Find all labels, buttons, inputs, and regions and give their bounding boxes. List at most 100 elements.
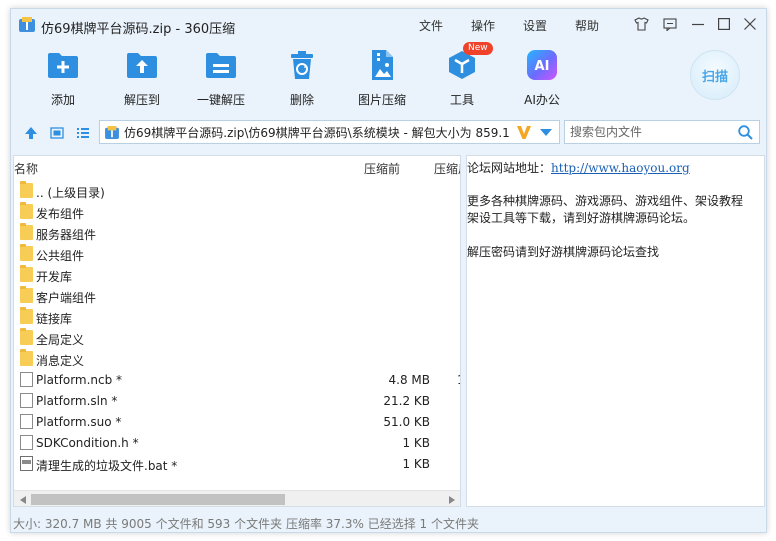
tools-label: 工具 <box>449 93 474 107</box>
file-name: 全局定义 <box>36 333 85 347</box>
menu-settings[interactable]: 设置 <box>523 17 547 34</box>
add-button-label: 添加 <box>50 93 75 107</box>
extract-to-button[interactable]: 解压到 <box>107 49 177 108</box>
add-button[interactable]: 添加 <box>28 49 98 108</box>
scan-button-label: 扫描 <box>701 69 728 85</box>
address-bar[interactable]: 仿69棋牌平台源码.zip\仿69棋牌平台源码\系统模块 - 解包大小为 859… <box>99 120 560 144</box>
ai-office-button[interactable]: AI AI办公 <box>507 49 577 108</box>
window-title: 仿69棋牌平台源码.zip - 360压缩 <box>41 22 236 37</box>
file-name: 消息定义 <box>36 354 85 368</box>
comment-site-link[interactable]: http://www.haoyou.org <box>551 161 690 175</box>
file-row[interactable]: Platform.ncb * 4.8 MB 1 <box>14 369 460 390</box>
one-click-extract-icon <box>205 49 237 81</box>
image-compress-icon <box>366 49 398 81</box>
file-name: Platform.ncb * <box>36 373 123 387</box>
horizontal-scrollbar[interactable] <box>14 490 460 506</box>
address-path: 仿69棋牌平台源码.zip\仿69棋牌平台源码\系统模块 - 解包大小为 859… <box>124 125 510 140</box>
file-icon <box>20 414 33 429</box>
folder-icon <box>20 286 33 303</box>
minimize-icon[interactable] <box>690 16 706 32</box>
folder-icon <box>20 181 33 198</box>
archive-comment-panel: 论坛网站地址：http://www.haoyou.org 更多各种棋牌源码、游戏… <box>466 155 765 507</box>
feedback-icon[interactable] <box>662 16 678 32</box>
file-name: .. (上级目录) <box>36 186 105 200</box>
file-name: 客户端组件 <box>36 291 97 305</box>
up-arrow-icon[interactable] <box>23 125 39 141</box>
search-input[interactable] <box>565 121 733 143</box>
thumbnail-view-icon[interactable] <box>49 125 65 141</box>
one-click-extract-label: 一键解压 <box>196 93 245 107</box>
file-list-panel: 名称 压缩前 压缩后 .. (上级目录) 发布组件服务器组件公共组件开发库客户端组… <box>13 155 461 507</box>
skin-shirt-icon[interactable] <box>633 16 649 32</box>
ai-icon-text: AI <box>535 59 550 74</box>
title-bar: 仿69棋牌平台源码.zip - 360压缩 文件 操作 设置 帮助 <box>11 9 766 41</box>
file-row[interactable]: Platform.sln * 21.2 KB <box>14 390 460 411</box>
close-icon[interactable] <box>742 16 758 32</box>
checkmark-v-icon <box>517 126 531 139</box>
file-name: 服务器组件 <box>36 228 97 242</box>
file-size: 21.2 KB <box>383 394 430 408</box>
search-box <box>564 120 760 144</box>
one-click-extract-button[interactable]: 一键解压 <box>186 49 256 108</box>
comment-line: 更多各种棋牌源码、游戏源码、游戏组件、架设教程 <box>467 194 744 208</box>
status-text: 大小: 320.7 MB 共 9005 个文件和 593 个文件夹 压缩率 37… <box>13 517 479 531</box>
folder-row[interactable]: .. (上级目录) <box>14 180 460 201</box>
file-icon <box>20 372 33 387</box>
file-list-header: 名称 压缩前 压缩后 <box>14 156 460 178</box>
scan-button[interactable]: 扫描 <box>690 50 740 100</box>
batch-file-icon <box>20 456 33 471</box>
image-compress-button[interactable]: 图片压缩 <box>347 49 417 108</box>
chevron-down-icon[interactable] <box>540 129 552 137</box>
menu-help[interactable]: 帮助 <box>575 17 599 34</box>
search-icon[interactable] <box>738 125 753 140</box>
comment-site-label: 论坛网站地址： <box>467 161 552 175</box>
scroll-left-icon[interactable] <box>14 491 31 506</box>
folder-row[interactable]: 开发库 <box>14 264 460 285</box>
app-window: 仿69棋牌平台源码.zip - 360压缩 文件 操作 设置 帮助 添加 解压到… <box>10 8 767 533</box>
folder-row[interactable]: 公共组件 <box>14 243 460 264</box>
scrollbar-thumb[interactable] <box>31 494 285 505</box>
column-size[interactable]: 压缩前 <box>364 160 400 177</box>
status-bar: 大小: 320.7 MB 共 9005 个文件和 593 个文件夹 压缩率 37… <box>11 511 766 533</box>
comment-line: 解压密码请到好游棋牌源码论坛查找 <box>467 245 660 259</box>
file-icon <box>20 393 33 408</box>
ai-office-label: AI办公 <box>524 93 560 107</box>
file-size: 1 KB <box>402 457 430 471</box>
folder-icon <box>20 349 33 366</box>
folder-row[interactable]: 消息定义 <box>14 348 460 369</box>
file-name: Platform.suo * <box>36 415 122 429</box>
archive-icon <box>105 125 119 139</box>
app-logo-icon <box>19 17 35 32</box>
file-name: 清理生成的垃圾文件.bat * <box>36 459 178 473</box>
folder-row[interactable]: 全局定义 <box>14 327 460 348</box>
image-compress-label: 图片压缩 <box>357 93 406 107</box>
folder-row[interactable]: 客户端组件 <box>14 285 460 306</box>
folder-icon <box>20 202 33 219</box>
folder-row[interactable]: 发布组件 <box>14 201 460 222</box>
scroll-right-icon[interactable] <box>443 491 460 506</box>
folder-row[interactable]: 链接库 <box>14 306 460 327</box>
column-packed[interactable]: 压缩后 <box>434 160 460 177</box>
folder-icon <box>20 307 33 324</box>
new-badge: New <box>463 42 493 55</box>
folder-row[interactable]: 服务器组件 <box>14 222 460 243</box>
file-name: 链接库 <box>36 312 73 326</box>
folder-icon <box>20 244 33 261</box>
file-icon <box>20 435 33 450</box>
menu-file[interactable]: 文件 <box>419 17 443 34</box>
column-name[interactable]: 名称 <box>14 160 38 177</box>
file-row[interactable]: Platform.suo * 51.0 KB <box>14 411 460 432</box>
delete-label: 删除 <box>289 93 314 107</box>
menu-operation[interactable]: 操作 <box>471 17 495 34</box>
folder-icon <box>20 265 33 282</box>
extract-to-icon <box>126 49 158 81</box>
file-row[interactable]: SDKCondition.h * 1 KB <box>14 432 460 453</box>
file-row[interactable]: 清理生成的垃圾文件.bat * 1 KB <box>14 453 460 474</box>
file-size: 4.8 MB <box>388 373 430 387</box>
list-view-icon[interactable] <box>75 125 91 141</box>
add-folder-icon <box>47 49 79 81</box>
maximize-icon[interactable] <box>716 16 732 32</box>
nav-controls <box>23 125 91 141</box>
tools-button[interactable]: 工具 <box>427 49 497 108</box>
delete-button[interactable]: 删除 <box>267 49 337 108</box>
